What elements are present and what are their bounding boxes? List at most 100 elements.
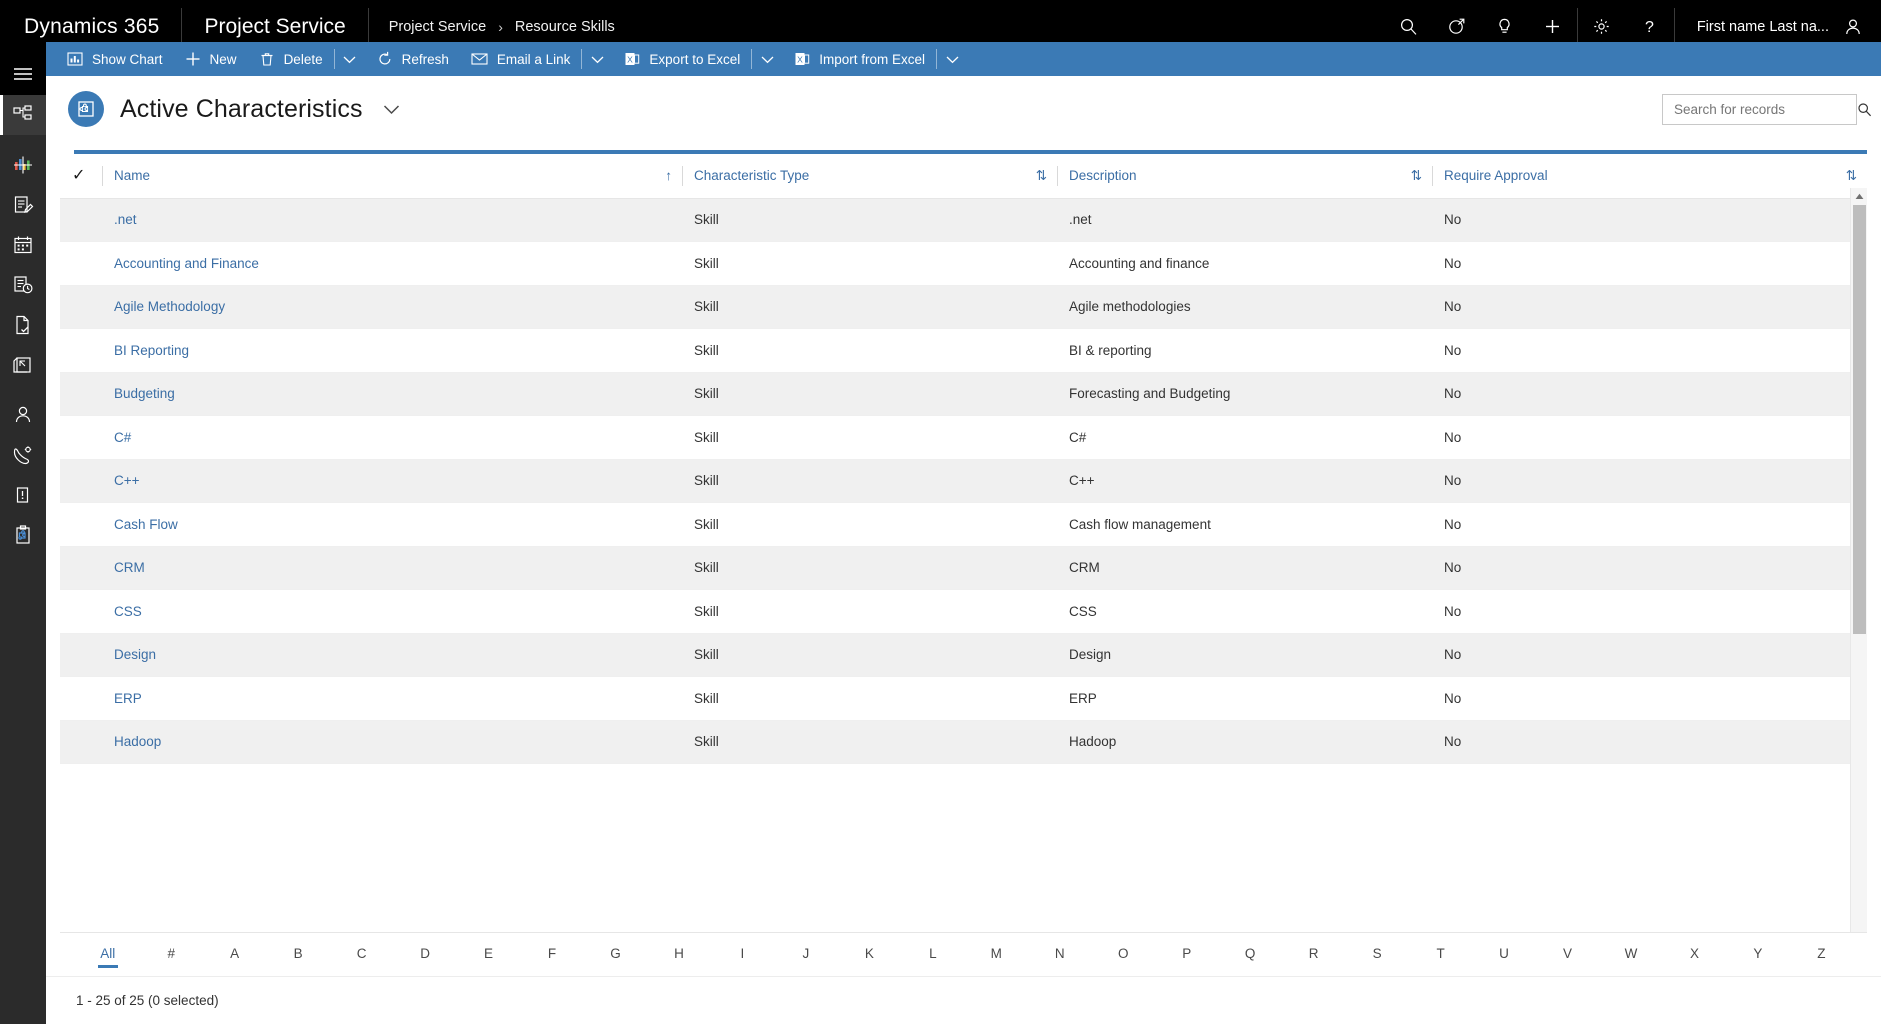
alphabet-filter-d[interactable]: D — [393, 941, 456, 968]
cell-name-text[interactable]: C# — [114, 430, 131, 445]
table-row[interactable]: CSSSkillCSSNo — [60, 590, 1867, 634]
view-selector-chevron-down-icon[interactable] — [383, 104, 400, 115]
cell-name-text[interactable]: .net — [114, 212, 137, 227]
sort-toggle-icon[interactable]: ⇅ — [1036, 168, 1047, 184]
export-to-excel-button[interactable]: X Export to Excel — [613, 42, 751, 76]
table-row[interactable]: BI ReportingSkillBI & reportingNo — [60, 329, 1867, 373]
column-header-name[interactable]: Name ↑ — [102, 154, 682, 198]
table-row[interactable]: ERPSkillERPNo — [60, 677, 1867, 721]
sort-toggle-icon-2[interactable]: ⇅ — [1411, 168, 1422, 184]
alphabet-filter-g[interactable]: G — [584, 941, 647, 968]
scroll-up-arrow-icon[interactable] — [1851, 188, 1867, 205]
alphabet-filter-o[interactable]: O — [1092, 941, 1155, 968]
projects-icon[interactable] — [0, 345, 46, 385]
table-row[interactable]: C++SkillC++No — [60, 459, 1867, 503]
refresh-button[interactable]: Refresh — [366, 42, 460, 76]
cell-name-text[interactable]: CSS — [114, 604, 142, 619]
row-select-cell[interactable] — [60, 329, 102, 373]
delete-chevron-down-icon[interactable] — [334, 42, 366, 76]
alphabet-filter-w[interactable]: W — [1599, 941, 1662, 968]
row-select-cell[interactable] — [60, 590, 102, 634]
cell-name[interactable]: Design — [102, 633, 682, 677]
cell-name-text[interactable]: Accounting and Finance — [114, 256, 259, 271]
table-row[interactable]: Accounting and FinanceSkillAccounting an… — [60, 242, 1867, 286]
alphabet-filter-t[interactable]: T — [1409, 941, 1472, 968]
alphabet-filter-x[interactable]: X — [1663, 941, 1726, 968]
table-row[interactable]: Agile MethodologySkillAgile methodologie… — [60, 285, 1867, 329]
select-all-checkmark-icon[interactable]: ✓ — [72, 167, 85, 184]
table-row[interactable]: BudgetingSkillForecasting and BudgetingN… — [60, 372, 1867, 416]
cell-name[interactable]: .net — [102, 198, 682, 242]
alerts-icon[interactable] — [0, 475, 46, 515]
calendar-icon[interactable] — [0, 225, 46, 265]
search-input[interactable] — [1674, 102, 1851, 117]
alphabet-filter-f[interactable]: F — [520, 941, 583, 968]
call-settings-icon[interactable] — [0, 435, 46, 475]
alphabet-filter-j[interactable]: J — [774, 941, 837, 968]
row-select-cell[interactable] — [60, 546, 102, 590]
select-all-header[interactable]: ✓ — [60, 154, 102, 198]
alphabet-filter-l[interactable]: L — [901, 941, 964, 968]
alphabet-filter-s[interactable]: S — [1345, 941, 1408, 968]
row-select-cell[interactable] — [60, 633, 102, 677]
column-header-require-approval[interactable]: Require Approval ⇅ — [1432, 154, 1867, 198]
table-row[interactable]: C#SkillC#No — [60, 416, 1867, 460]
row-select-cell[interactable] — [60, 720, 102, 764]
sort-ascending-icon[interactable]: ↑ — [665, 168, 672, 183]
row-select-cell[interactable] — [60, 459, 102, 503]
alphabet-filter-u[interactable]: U — [1472, 941, 1535, 968]
cell-name-text[interactable]: Design — [114, 647, 156, 662]
cell-name[interactable]: C# — [102, 416, 682, 460]
time-entries-icon[interactable] — [0, 265, 46, 305]
cell-name-text[interactable]: Hadoop — [114, 734, 161, 749]
cell-name-text[interactable]: Budgeting — [114, 386, 175, 401]
cell-name[interactable]: Agile Methodology — [102, 285, 682, 329]
documents-icon[interactable] — [0, 305, 46, 345]
alphabet-filter-all[interactable]: All — [76, 941, 139, 968]
alphabet-filter-n[interactable]: N — [1028, 941, 1091, 968]
email-chevron-down-icon[interactable] — [581, 42, 613, 76]
alphabet-filter-p[interactable]: P — [1155, 941, 1218, 968]
resources-icon[interactable] — [0, 395, 46, 435]
scrollbar-thumb[interactable] — [1853, 205, 1866, 634]
alphabet-filter-y[interactable]: Y — [1726, 941, 1789, 968]
new-button[interactable]: New — [174, 42, 248, 76]
alphabet-filter-h[interactable]: H — [647, 941, 710, 968]
row-select-cell[interactable] — [60, 503, 102, 547]
cell-name-text[interactable]: C++ — [114, 473, 140, 488]
import-from-excel-button[interactable]: X Import from Excel — [783, 42, 936, 76]
email-a-link-button[interactable]: Email a Link — [460, 42, 582, 76]
cell-name-text[interactable]: Cash Flow — [114, 517, 178, 532]
alphabet-filter-r[interactable]: R — [1282, 941, 1345, 968]
export-chevron-down-icon[interactable] — [751, 42, 783, 76]
cell-name[interactable]: Cash Flow — [102, 503, 682, 547]
dashboards-icon[interactable] — [0, 145, 46, 185]
cell-name[interactable]: BI Reporting — [102, 329, 682, 373]
alphabet-filter-hash[interactable]: # — [139, 941, 202, 968]
alphabet-filter-c[interactable]: C — [330, 941, 393, 968]
hamburger-menu-icon[interactable] — [0, 53, 46, 95]
column-header-description[interactable]: Description ⇅ — [1057, 154, 1432, 198]
cell-name[interactable]: CSS — [102, 590, 682, 634]
breadcrumb-item-1[interactable]: Resource Skills — [515, 19, 615, 35]
alphabet-filter-e[interactable]: E — [457, 941, 520, 968]
row-select-cell[interactable] — [60, 677, 102, 721]
cell-name[interactable]: Budgeting — [102, 372, 682, 416]
grid-vertical-scrollbar[interactable] — [1850, 188, 1867, 962]
cell-name[interactable]: Accounting and Finance — [102, 242, 682, 286]
characteristics-icon[interactable] — [0, 515, 46, 555]
table-row[interactable]: Cash FlowSkillCash flow managementNo — [60, 503, 1867, 547]
activities-icon[interactable] — [0, 185, 46, 225]
row-select-cell[interactable] — [60, 372, 102, 416]
sort-toggle-icon-3[interactable]: ⇅ — [1846, 168, 1857, 184]
row-select-cell[interactable] — [60, 242, 102, 286]
search-records-box[interactable] — [1662, 94, 1857, 125]
sitemap-icon[interactable] — [0, 95, 46, 135]
cell-name-text[interactable]: CRM — [114, 560, 145, 575]
alphabet-filter-k[interactable]: K — [838, 941, 901, 968]
cell-name-text[interactable]: BI Reporting — [114, 343, 189, 358]
alphabet-filter-b[interactable]: B — [266, 941, 329, 968]
delete-button[interactable]: Delete — [248, 42, 334, 76]
alphabet-filter-z[interactable]: Z — [1790, 941, 1853, 968]
row-select-cell[interactable] — [60, 285, 102, 329]
